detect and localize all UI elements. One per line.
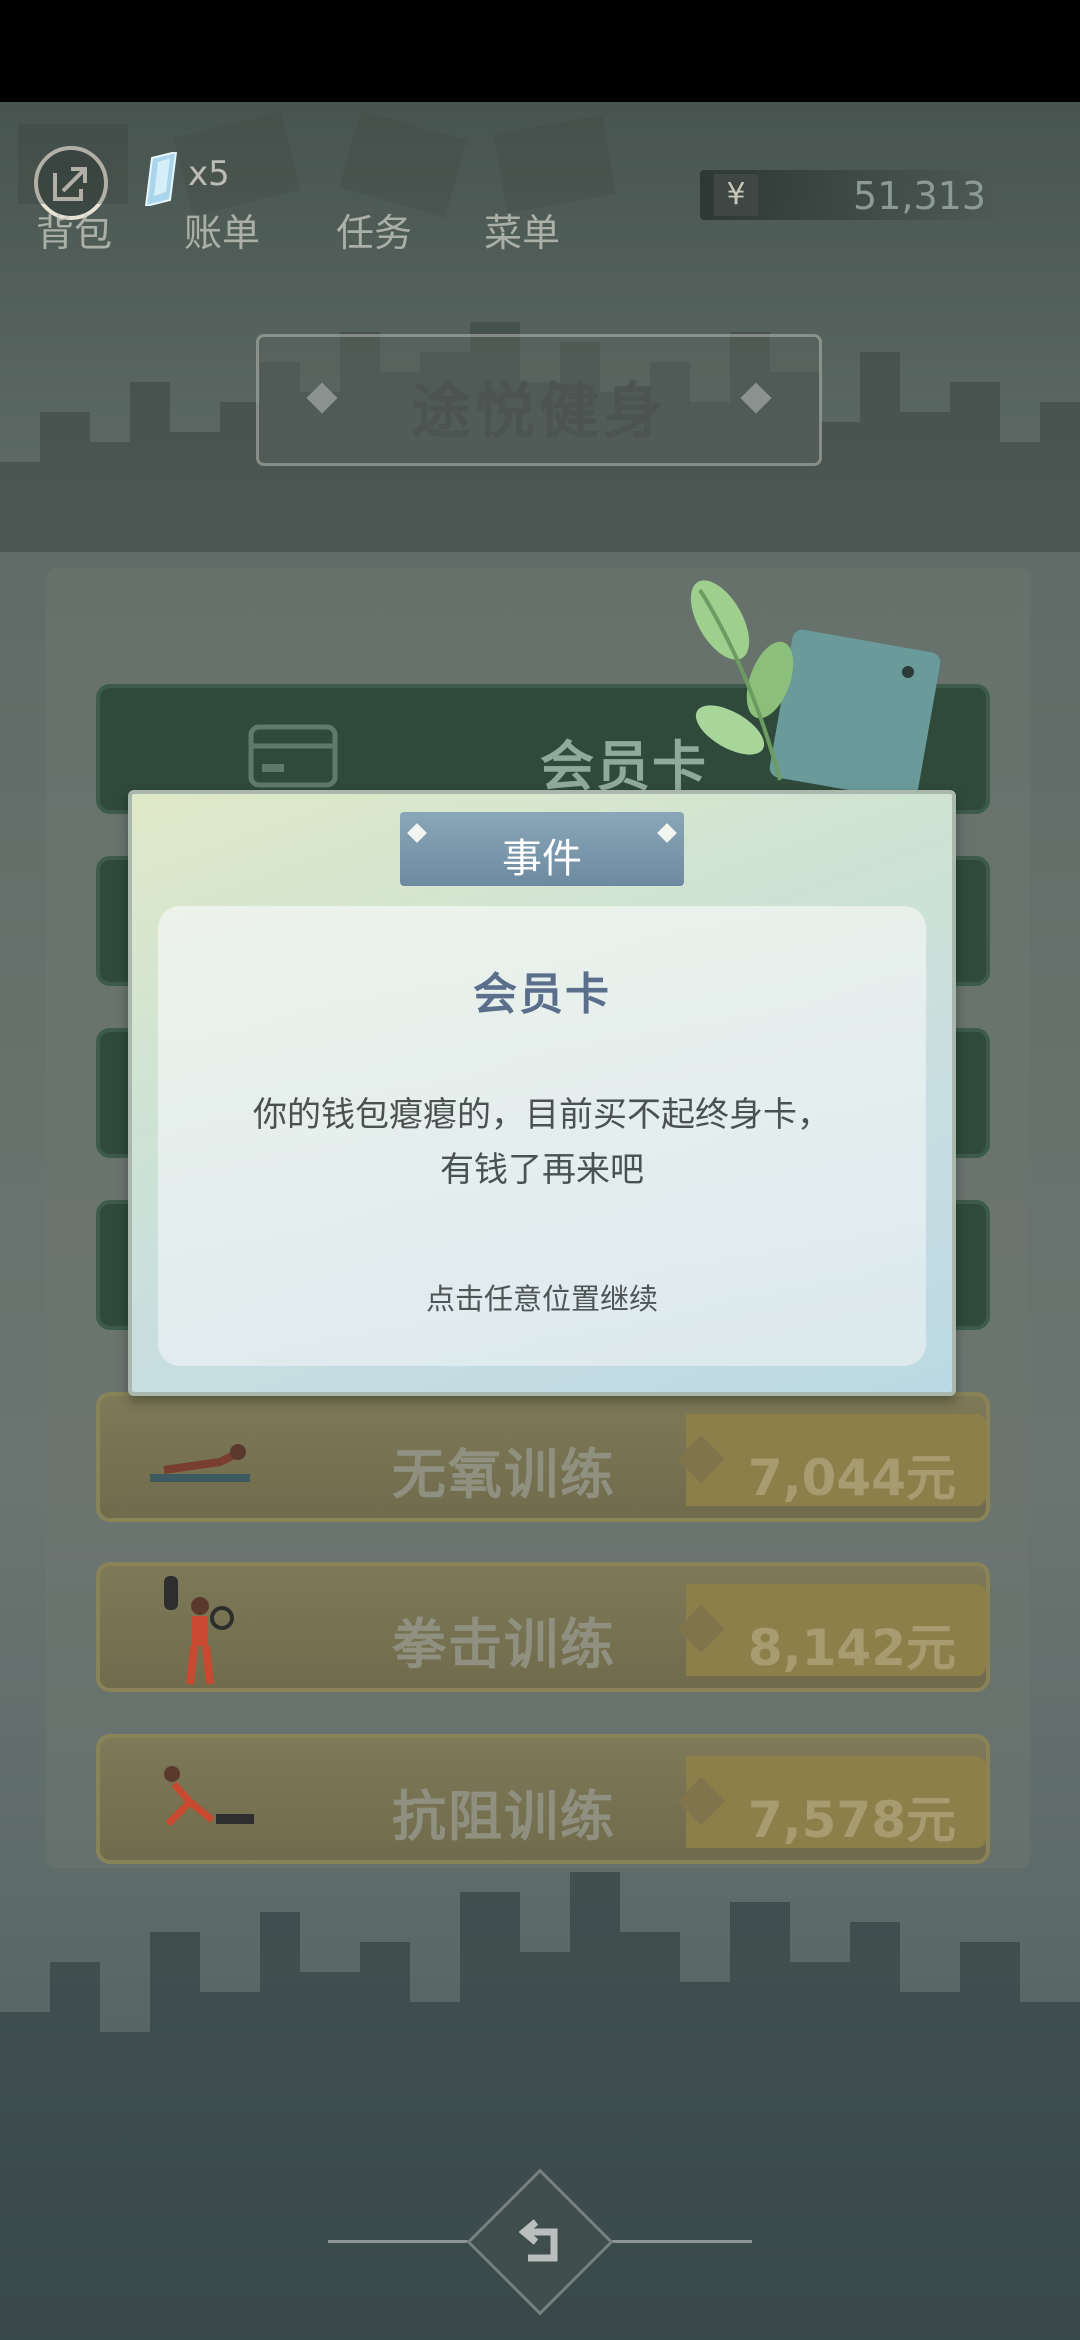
crystal-icon xyxy=(144,152,178,206)
money-display: ¥ 51,313 xyxy=(700,170,1000,220)
option-label: 抗阻训练 xyxy=(392,1785,616,1848)
price-tag: 7,578元 xyxy=(686,1756,986,1849)
top-hud: x5 背包 账单 任务 菜单 ¥ 51,313 xyxy=(0,102,1080,262)
event-content: 会员卡 你的钱包瘪瘪的，目前买不起终身卡， 有钱了再来吧 点击任意位置继续 xyxy=(158,906,926,1366)
option-resistance-training[interactable]: 抗阻训练 7,578元 xyxy=(96,1734,990,1864)
yen-icon: ¥ xyxy=(714,174,758,216)
event-dialog[interactable]: 事件 会员卡 你的钱包瘪瘪的，目前买不起终身卡， 有钱了再来吧 点击任意位置继续 xyxy=(128,790,956,1396)
event-message-line1: 你的钱包瘪瘪的，目前买不起终身卡， xyxy=(253,1095,831,1135)
back-arrow-icon xyxy=(518,2219,558,2262)
status-bar xyxy=(0,0,1080,102)
event-tab: 事件 xyxy=(400,812,684,886)
nav-divider-left xyxy=(328,2240,468,2243)
option-label: 无氧训练 xyxy=(392,1443,616,1506)
resistance-icon xyxy=(164,1766,254,1827)
price-value: 7,044元 xyxy=(747,1449,956,1507)
event-card-title: 会员卡 xyxy=(473,969,611,1020)
tab-backpack[interactable]: 背包 xyxy=(36,202,112,257)
location-title-frame: 途悦健身 xyxy=(256,334,822,466)
backpack-icon xyxy=(18,124,128,204)
money-value: 51,313 xyxy=(853,174,986,218)
price-value: 8,142元 xyxy=(747,1619,956,1677)
location-title: 途悦健身 xyxy=(411,377,667,447)
menu-icon xyxy=(493,115,617,213)
option-label: 拳击训练 xyxy=(392,1613,616,1676)
bill-icon xyxy=(173,111,301,217)
price-tag: 8,142元 xyxy=(686,1584,986,1677)
event-title: 事件 xyxy=(502,836,582,882)
event-message-line2: 有钱了再来吧 xyxy=(440,1150,644,1190)
tab-bill[interactable]: 账单 xyxy=(184,202,260,257)
card-icon xyxy=(248,724,338,788)
nav-divider-right xyxy=(612,2240,752,2243)
continue-hint[interactable]: 点击任意位置继续 xyxy=(158,1276,926,1318)
option-anaerobic-training[interactable]: 无氧训练 7,044元 xyxy=(96,1392,990,1522)
option-boxing-training[interactable]: 拳击训练 8,142元 xyxy=(96,1562,990,1692)
tab-task[interactable]: 任务 xyxy=(336,202,412,257)
price-value: 7,578元 xyxy=(747,1791,956,1849)
plank-icon xyxy=(150,1444,250,1482)
tab-menu[interactable]: 菜单 xyxy=(484,202,560,257)
event-message: 你的钱包瘪瘪的，目前买不起终身卡， 有钱了再来吧 xyxy=(198,1088,886,1198)
leaf-tag-decoration xyxy=(690,580,941,801)
price-tag: 7,044元 xyxy=(686,1414,986,1507)
boxing-icon xyxy=(164,1576,234,1685)
